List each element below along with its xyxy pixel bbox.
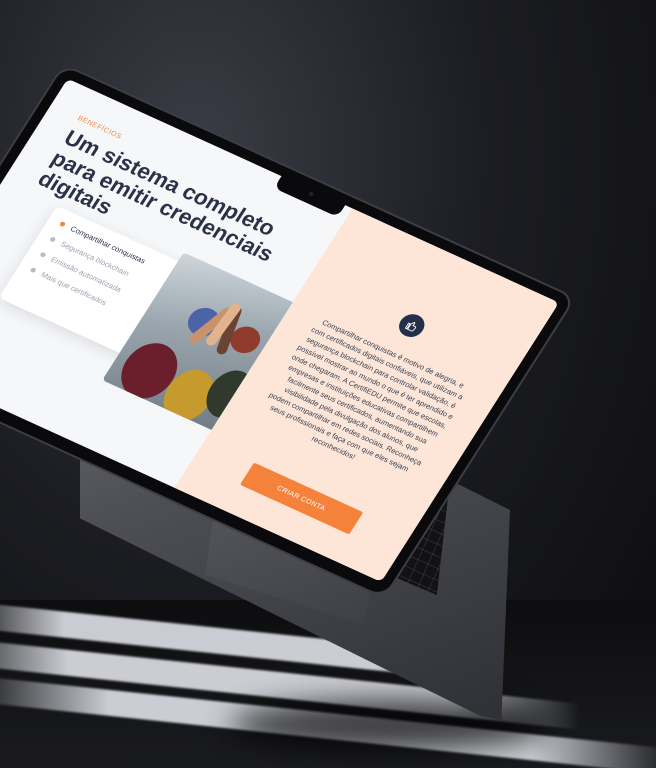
bullet-icon (58, 220, 67, 228)
thumbs-up-icon (393, 310, 429, 341)
bullet-icon (29, 266, 37, 274)
bullet-icon (39, 251, 47, 258)
bullet-icon (49, 236, 57, 243)
scene: BENEFÍCIOS Um sistema completo para emit… (0, 0, 656, 768)
panel-description: Compartilhar conquistas é motivo de aleg… (267, 318, 466, 474)
create-account-button[interactable]: CRIAR CONTA (239, 462, 363, 535)
laptop-shadow (230, 700, 550, 750)
